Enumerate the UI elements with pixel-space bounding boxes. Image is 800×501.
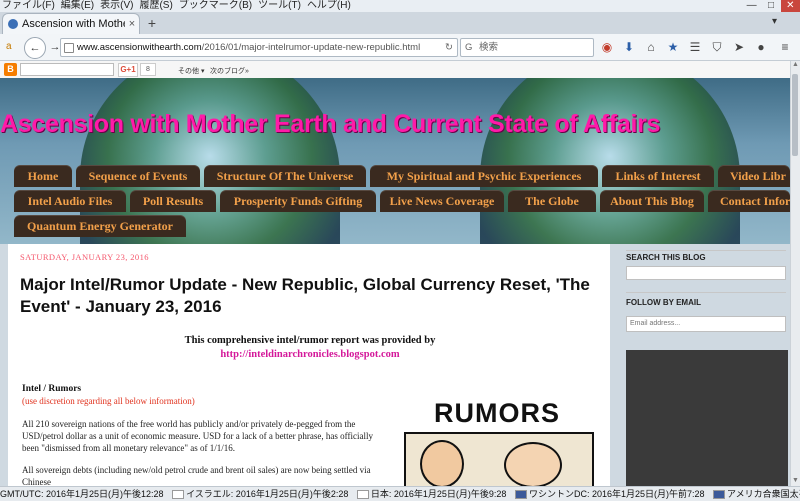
next-blog-link[interactable]: 次のブログ» <box>210 66 249 76</box>
divider <box>626 292 786 293</box>
minimize-button[interactable]: — <box>742 0 761 12</box>
url-path: /2016/01/major-intelrumor-update-new-rep… <box>201 42 421 53</box>
clock-us-pacific: アメリカ合衆国太平洋岸: 2016年1月25日(月)午 <box>727 489 800 499</box>
japan-flag-icon <box>356 490 369 500</box>
blogger-logo-icon[interactable]: B <box>4 63 17 76</box>
more-menu[interactable]: その他 ▾ <box>178 66 204 76</box>
credit-link[interactable]: http://inteldinarchronicles.blogspot.com <box>60 348 560 362</box>
nav-tab-contact-info[interactable]: Contact Infor <box>708 190 790 212</box>
maximize-button[interactable]: □ <box>761 0 780 12</box>
nav-tab-links-of-interest[interactable]: Links of Interest <box>602 165 714 187</box>
reload-icon[interactable]: ↻ <box>445 39 453 56</box>
follow-email-heading: FOLLOW BY EMAIL <box>626 298 701 307</box>
home-icon[interactable]: ⌂ <box>642 38 660 56</box>
sidebar-widget <box>626 350 788 486</box>
credit-line: This comprehensive intel/rumor report wa… <box>184 335 436 346</box>
section-heading: Intel / Rumors <box>22 384 82 394</box>
menu-bookmarks[interactable]: ブックマーク(B) <box>177 0 256 12</box>
post-paragraph: All 210 sovereign nations of the free wo… <box>22 419 373 453</box>
pocket-icon[interactable]: ⛉ <box>708 38 726 56</box>
menu-edit[interactable]: 編集(E) <box>59 0 98 12</box>
gplus-button[interactable]: G+1 <box>118 63 138 77</box>
nav-tab-video-library[interactable]: Video Libr <box>718 165 790 187</box>
menu-icon[interactable]: ≡ <box>776 38 794 56</box>
rumors-image: RUMORS <box>398 396 596 486</box>
nav-tab-structure-of-universe[interactable]: Structure Of The Universe <box>204 165 366 187</box>
site-favicon-icon <box>8 19 18 29</box>
comic-face <box>420 440 464 486</box>
disclaimer-text: (use discretion regarding all below info… <box>22 396 195 406</box>
search-engine-icon[interactable]: G <box>465 39 472 56</box>
post-date: SATURDAY, JANUARY 23, 2016 <box>20 252 149 262</box>
tab-title: Ascension with Mother ... <box>22 18 125 30</box>
comic-illustration <box>404 432 594 486</box>
menu-view[interactable]: 表示(V) <box>98 0 137 12</box>
scroll-down-icon[interactable]: ▼ <box>791 477 800 484</box>
email-placeholder: Email address... <box>630 320 681 327</box>
download-icon[interactable]: ⬇ <box>620 38 638 56</box>
nav-tab-live-news[interactable]: Live News Coverage <box>380 190 504 212</box>
us-flag-icon <box>514 490 527 500</box>
status-bar: GMT/UTC: 2016年1月25日(月)午後12:28 イスラエル: 201… <box>0 486 800 501</box>
back-button[interactable]: ← <box>24 37 46 59</box>
email-field[interactable]: Email address... <box>626 316 786 332</box>
nav-tab-about[interactable]: About This Blog <box>600 190 704 212</box>
nav-tab-quantum-energy[interactable]: Quantum Energy Generator <box>14 215 186 237</box>
menu-file[interactable]: ファイル(F) <box>0 0 59 12</box>
israel-flag-icon <box>172 490 185 500</box>
tab-list-chevron-icon[interactable]: ▾ <box>772 16 777 27</box>
search-bar[interactable]: G 検索 <box>460 38 594 57</box>
nav-tab-the-globe[interactable]: The Globe <box>508 190 596 212</box>
tab-close-icon[interactable]: × <box>125 18 139 30</box>
nav-tab-spiritual-experiences[interactable]: My Spiritual and Psychic Experiences <box>370 165 598 187</box>
nav-tab-home[interactable]: Home <box>14 165 72 187</box>
comic-face <box>504 442 562 486</box>
url-domain: www.ascensionwithearth.com <box>77 42 202 53</box>
search-blog-heading: SEARCH THIS BLOG <box>626 253 706 262</box>
url-bar[interactable]: www.ascensionwithearth.com/2016/01/major… <box>60 38 458 57</box>
window-controls: — □ ✕ <box>742 0 800 12</box>
blog-navbar-search-input[interactable] <box>20 63 114 76</box>
site-title[interactable]: Ascension with Mother Earth and Current … <box>0 110 790 139</box>
scrollbar-thumb[interactable] <box>792 74 798 156</box>
send-icon[interactable]: ➤ <box>730 38 748 56</box>
nav-tab-prosperity-funds[interactable]: Prosperity Funds Gifting <box>220 190 376 212</box>
clock-israel: イスラエル: 2016年1月25日(月)午後2:28 <box>186 489 349 499</box>
menu-help[interactable]: ヘルプ(H) <box>305 0 355 12</box>
rumors-image-text: RUMORS <box>434 398 560 428</box>
heart-earth-image <box>480 78 740 244</box>
bookmark-star-icon[interactable]: ★ <box>664 38 682 56</box>
close-window-button[interactable]: ✕ <box>780 0 800 12</box>
bookmarks-menu-icon[interactable]: ☰ <box>686 38 704 56</box>
menu-tools[interactable]: ツール(T) <box>256 0 305 12</box>
clock-japan: 日本: 2016年1月25日(月)午後9:28 <box>370 489 507 499</box>
menu-bar: ファイル(F) 編集(E) 表示(V) 履歴(S) ブックマーク(B) ツール(T) ヘルプ… <box>0 0 800 12</box>
new-tab-button[interactable]: + <box>144 14 160 32</box>
divider <box>626 250 786 251</box>
nav-tab-intel-audio-files[interactable]: Intel Audio Files <box>14 190 126 212</box>
post-title[interactable]: Major Intel/Rumor Update - New Republic,… <box>20 274 605 318</box>
menu-history[interactable]: 履歴(S) <box>137 0 176 12</box>
us-flag-icon <box>713 490 726 500</box>
search-input[interactable]: 検索 <box>479 39 498 56</box>
browser-tab[interactable]: Ascension with Mother ... × <box>2 13 140 34</box>
post-paragraph: All sovereign debts (including new/old p… <box>22 465 371 487</box>
blog-search-input[interactable] <box>626 266 786 280</box>
scroll-up-icon[interactable]: ▲ <box>791 61 800 68</box>
credit-block: This comprehensive intel/rumor report wa… <box>60 334 560 362</box>
clock-washington: ワシントンDC: 2016年1月25日(月)午前7:28 <box>528 489 705 499</box>
gplus-count: 8 <box>140 63 156 76</box>
addon-icon[interactable]: ◉ <box>598 38 616 56</box>
nav-tab-poll-results[interactable]: Poll Results <box>130 190 216 212</box>
chat-icon[interactable]: ● <box>752 38 770 56</box>
nav-tab-sequence-of-events[interactable]: Sequence of Events <box>76 165 200 187</box>
clock-gmt: GMT/UTC: 2016年1月25日(月)午後12:28 <box>0 489 164 499</box>
page-info-icon[interactable] <box>64 43 74 53</box>
amazon-icon[interactable]: a <box>6 41 12 52</box>
